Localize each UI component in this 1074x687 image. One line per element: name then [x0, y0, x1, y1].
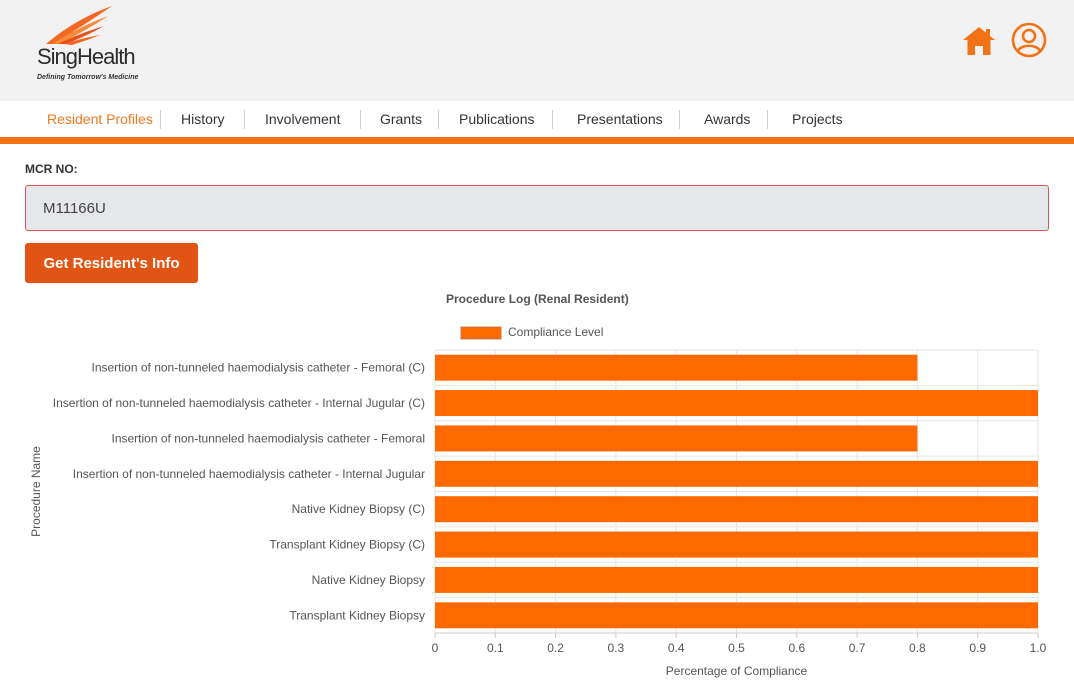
category-label: Native Kidney Biopsy — [312, 573, 425, 587]
bar[interactable] — [435, 425, 918, 452]
bar[interactable] — [435, 354, 918, 381]
category-label: Insertion of non-tunneled haemodialysis … — [112, 431, 426, 445]
brand-name: SingHealth — [37, 44, 136, 69]
tab-publications[interactable]: Publications — [459, 101, 535, 138]
tab-grants[interactable]: Grants — [380, 101, 422, 138]
category-label: Native Kidney Biopsy (C) — [292, 502, 425, 516]
x-tick-label: 0.5 — [728, 641, 745, 655]
nav-divider — [767, 110, 768, 129]
main-nav: Resident Profiles History Involvement Gr… — [0, 101, 1074, 138]
x-tick-label: 0.8 — [909, 641, 926, 655]
tab-awards[interactable]: Awards — [704, 101, 750, 138]
tab-involvement[interactable]: Involvement — [265, 101, 340, 138]
bar[interactable] — [435, 531, 1038, 558]
tab-projects[interactable]: Projects — [792, 101, 843, 138]
app-header: SingHealth Defining Tomorrow's Medicine — [0, 0, 1074, 101]
nav-divider — [244, 110, 245, 129]
tab-resident-profiles[interactable]: Resident Profiles — [47, 101, 153, 138]
procedure-compliance-chart: Insertion of non-tunneled haemodialysis … — [29, 349, 1047, 678]
tab-presentations[interactable]: Presentations — [577, 101, 663, 138]
bar[interactable] — [435, 460, 1038, 487]
x-tick-label: 0.2 — [547, 641, 564, 655]
nav-divider — [438, 110, 439, 129]
mcr-input[interactable] — [25, 185, 1049, 231]
x-tick-label: 0 — [432, 641, 439, 655]
x-tick-label: 0.9 — [969, 641, 986, 655]
bar[interactable] — [435, 496, 1038, 523]
category-label: Insertion of non-tunneled haemodialysis … — [92, 361, 426, 375]
x-tick-label: 0.7 — [849, 641, 866, 655]
legend-swatch[interactable] — [460, 326, 502, 340]
bar[interactable] — [435, 602, 1038, 629]
singhealth-logo[interactable]: SingHealth Defining Tomorrow's Medicine — [34, 4, 144, 86]
x-tick-label: 0.3 — [608, 641, 625, 655]
chart-title: Procedure Log (Renal Resident) — [446, 292, 629, 306]
get-resident-info-button[interactable]: Get Resident's Info — [25, 243, 198, 283]
nav-divider — [360, 110, 361, 129]
bar[interactable] — [435, 566, 1038, 593]
tab-history[interactable]: History — [181, 101, 225, 138]
x-tick-label: 0.1 — [487, 641, 504, 655]
x-tick-label: 0.6 — [788, 641, 805, 655]
y-axis-title: Procedure Name — [29, 446, 43, 537]
nav-accent-bar — [0, 137, 1074, 144]
category-label: Transplant Kidney Biopsy — [289, 608, 425, 622]
category-label: Insertion of non-tunneled haemodialysis … — [53, 396, 425, 410]
bar[interactable] — [435, 390, 1038, 417]
brand-tagline: Defining Tomorrow's Medicine — [37, 74, 139, 81]
mcr-label: MCR NO: — [25, 162, 78, 176]
logo-swoosh-icon — [46, 6, 112, 45]
x-tick-label: 1.0 — [1030, 641, 1047, 655]
category-label: Insertion of non-tunneled haemodialysis … — [73, 467, 425, 481]
category-label: Transplant Kidney Biopsy (C) — [269, 538, 425, 552]
home-icon[interactable] — [961, 23, 997, 59]
x-tick-label: 0.4 — [668, 641, 685, 655]
x-axis-title: Percentage of Compliance — [666, 664, 808, 678]
nav-divider — [160, 110, 161, 129]
legend-label: Compliance Level — [508, 325, 604, 339]
nav-divider — [552, 110, 553, 129]
nav-divider — [679, 110, 680, 129]
user-circle-icon[interactable] — [1011, 22, 1047, 58]
